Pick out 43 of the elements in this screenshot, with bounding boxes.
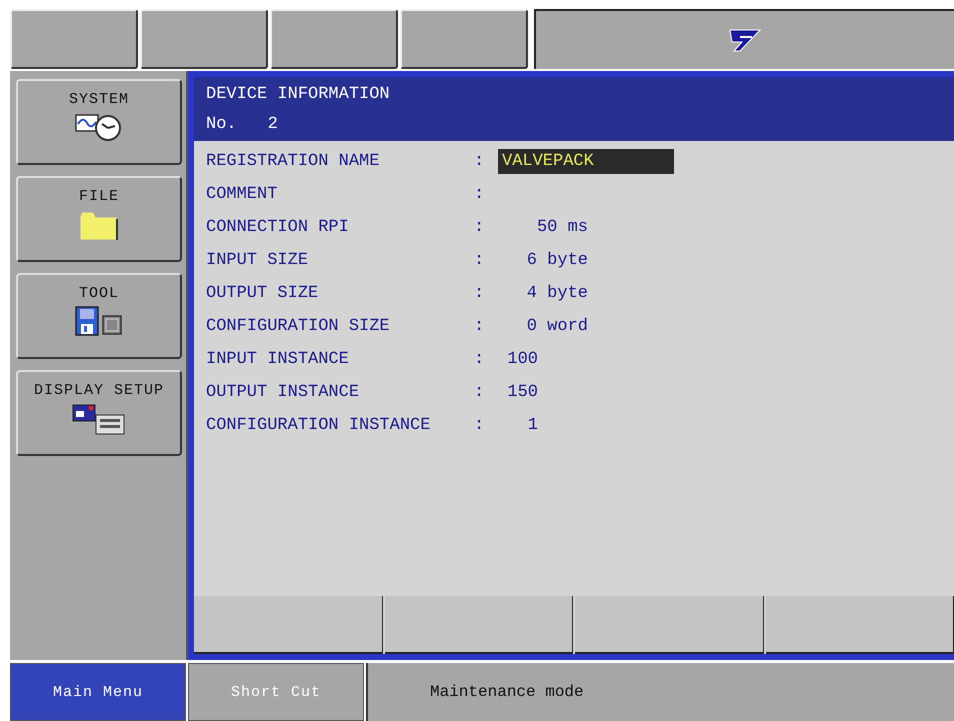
name-field[interactable]: VALVEPACK [498, 148, 674, 174]
separator-text: : [474, 250, 486, 270]
field-value: 4 byte [526, 284, 588, 303]
number-value: 2 [268, 114, 278, 134]
field-label: COMMENT [206, 184, 278, 204]
field-label: OUTPUT INSTANCE [206, 382, 360, 402]
function-key[interactable] [575, 596, 764, 654]
separator-text: : [474, 382, 486, 402]
separator-text: : [474, 152, 486, 171]
separator-text: : [474, 184, 486, 204]
display-font-icon [72, 402, 126, 435]
separator-text: : [474, 284, 486, 303]
function-key[interactable] [384, 596, 573, 654]
field-label: CONFIGURATION SIZE [206, 316, 391, 336]
field-value: 150 [506, 382, 538, 402]
menu-tab[interactable]: Main Menu [10, 663, 186, 721]
function-key[interactable] [766, 596, 954, 654]
separator-text: : [474, 218, 486, 237]
field-label: INPUT SIZE [206, 250, 310, 270]
panel-title: DEVICE INFORMATION [206, 84, 391, 106]
menu-button[interactable]: FILE [16, 176, 182, 262]
separator-text: : [474, 316, 486, 336]
wave-clock-icon [75, 112, 123, 142]
field-label: REGISTRATION NAME [206, 152, 380, 171]
field-value: 0 word [526, 316, 588, 336]
separator-text: : [474, 350, 486, 369]
field-value: 100 [506, 350, 538, 369]
field-label: OUTPUT SIZE [206, 284, 320, 303]
field-value: 6 byte [526, 250, 588, 270]
field-label: CONNECTION RPI [206, 218, 350, 237]
field-label: INPUT INSTANCE [206, 350, 350, 369]
field-label: CONFIGURATION INSTANCE [206, 416, 432, 435]
number-label: No. [206, 114, 237, 134]
menu-button[interactable]: DISPLAY SETUP [16, 370, 182, 456]
menu-button[interactable]: TOOL [16, 272, 182, 359]
field-value: 50 ms [536, 218, 588, 237]
separator-text: : [474, 416, 486, 435]
floppy-disk-icon [75, 306, 123, 338]
logo-icon [728, 27, 762, 53]
field-value: 1 [526, 416, 538, 435]
menu-button[interactable]: SYSTEM [16, 78, 182, 165]
status-bar: Maintenance mode [366, 663, 954, 721]
function-key[interactable] [194, 596, 382, 654]
